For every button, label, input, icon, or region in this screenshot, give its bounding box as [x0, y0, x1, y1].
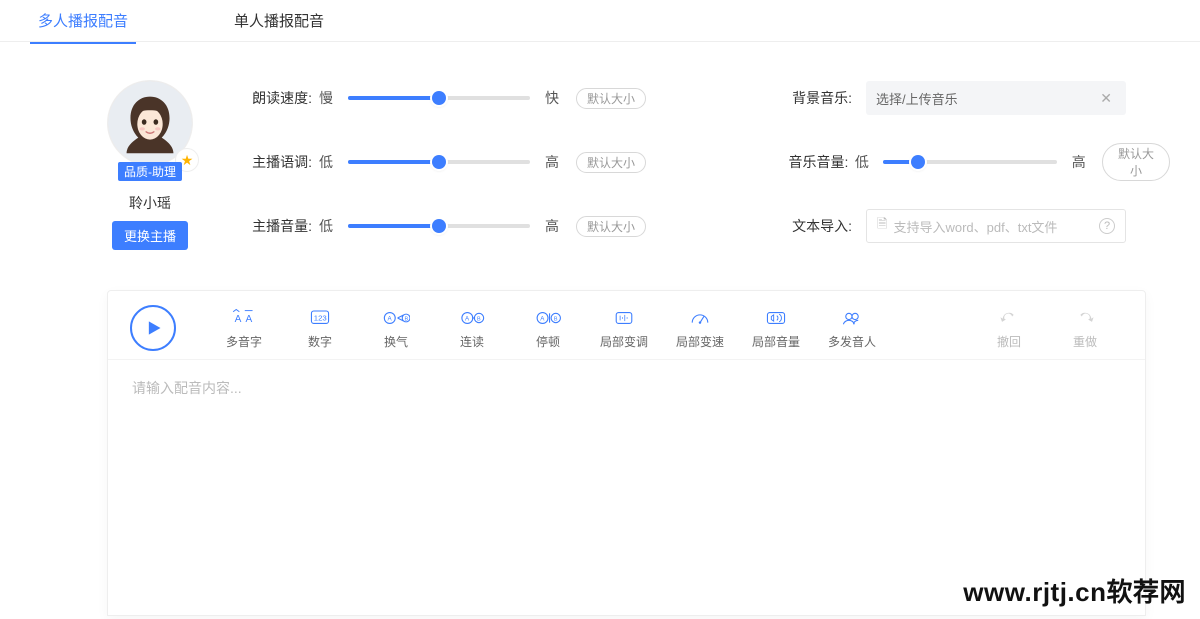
tool-liaison[interactable]: AB 连读 [434, 307, 510, 350]
swap-anchor-button[interactable]: 更换主播 [112, 221, 188, 250]
music-volume-label: 音乐音量: [770, 152, 848, 172]
tool-redo-label: 重做 [1073, 333, 1097, 350]
tool-liaison-label: 连读 [460, 333, 484, 350]
editor-panel: A A 多音字 123 数字 AB 换气 AB 连读 [107, 290, 1146, 616]
undo-icon [995, 307, 1023, 329]
music-volume-high: 高 [1065, 152, 1092, 172]
tool-polyphonic[interactable]: A A 多音字 [206, 307, 282, 350]
tone-high: 高 [538, 152, 566, 172]
anchor-quality-tag: 品质-助理 [118, 162, 182, 181]
breath-icon: AB [382, 307, 410, 329]
document-icon: 🗎 [877, 215, 887, 237]
close-icon[interactable]: ✕ [1096, 90, 1116, 107]
tool-local-speed-label: 局部变速 [676, 333, 724, 350]
text-import-hint: 支持导入word、pdf、txt文件 [893, 217, 1057, 236]
bgm-input[interactable]: 选择/上传音乐 ✕ [866, 81, 1126, 115]
speed-label: 朗读速度: [230, 88, 312, 108]
polyphonic-icon: A A [230, 307, 258, 329]
svg-text:B: B [554, 316, 558, 322]
editor-toolbar: A A 多音字 123 数字 AB 换气 AB 连读 [108, 291, 1145, 360]
tool-polyphonic-label: 多音字 [226, 333, 262, 350]
row-reading-speed: 朗读速度: 慢 快 默认大小 [230, 80, 730, 116]
tone-label: 主播语调: [230, 152, 312, 172]
text-import-button[interactable]: 🗎 支持导入word、pdf、txt文件 ? [866, 209, 1126, 243]
tool-breath-label: 换气 [384, 333, 408, 350]
volume-low: 低 [312, 216, 340, 236]
bgm-label: 背景音乐: [770, 88, 852, 108]
row-music-volume: 音乐音量: 低 高 默认大小 [770, 144, 1170, 180]
svg-text:A: A [465, 315, 470, 322]
tool-local-volume[interactable]: 局部音量 [738, 307, 814, 350]
editor-textarea[interactable]: 请输入配音内容... [108, 360, 1145, 416]
row-tone: 主播语调: 低 高 默认大小 [230, 144, 730, 180]
liaison-icon: AB [458, 307, 486, 329]
tool-local-pitch[interactable]: 局部变调 [586, 307, 662, 350]
speed-high: 快 [538, 88, 566, 108]
music-volume-low: 低 [848, 152, 875, 172]
local-speed-icon [686, 307, 714, 329]
pause-icon: AB [534, 307, 562, 329]
local-pitch-icon [610, 307, 638, 329]
tone-slider[interactable] [348, 160, 530, 164]
volume-slider[interactable] [348, 224, 530, 228]
tab-single-voice[interactable]: 单人播报配音 [226, 0, 332, 43]
tool-pause-label: 停顿 [536, 333, 560, 350]
row-text-import: 文本导入: 🗎 支持导入word、pdf、txt文件 ? [770, 208, 1170, 244]
tone-reset-button[interactable]: 默认大小 [576, 152, 646, 173]
tool-redo[interactable]: 重做 [1047, 307, 1123, 350]
tool-multi-speaker-label: 多发音人 [828, 333, 876, 350]
svg-text:A: A [235, 313, 242, 324]
svg-text:A: A [246, 313, 253, 324]
tool-local-pitch-label: 局部变调 [600, 333, 648, 350]
bgm-placeholder: 选择/上传音乐 [876, 89, 1096, 108]
tool-number-label: 数字 [308, 333, 332, 350]
svg-text:B: B [405, 316, 409, 322]
anchor-avatar-wrap: ★ [107, 80, 193, 166]
volume-label: 主播音量: [230, 216, 312, 236]
tool-local-speed[interactable]: 局部变速 [662, 307, 738, 350]
tab-multi-voice[interactable]: 多人播报配音 [30, 0, 136, 43]
svg-text:123: 123 [314, 313, 327, 322]
text-import-label: 文本导入: [770, 216, 852, 236]
page-tabs: 多人播报配音 单人播报配音 [0, 0, 1200, 42]
settings-panel: ★ 品质-助理 聆小瑶 更换主播 朗读速度: 慢 快 默认大小 主播语调: 低 … [0, 42, 1200, 272]
row-volume: 主播音量: 低 高 默认大小 [230, 208, 730, 244]
row-bgm: 背景音乐: 选择/上传音乐 ✕ [770, 80, 1170, 116]
speed-low: 慢 [312, 88, 340, 108]
svg-text:A: A [540, 315, 545, 322]
tool-pause[interactable]: AB 停顿 [510, 307, 586, 350]
anchor-name: 聆小瑶 [129, 193, 171, 213]
volume-high: 高 [538, 216, 566, 236]
tool-undo[interactable]: 撤回 [971, 307, 1047, 350]
tool-undo-label: 撤回 [997, 333, 1021, 350]
svg-text:A: A [387, 315, 392, 322]
tone-low: 低 [312, 152, 340, 172]
tool-multi-speaker[interactable]: 多发音人 [814, 307, 890, 350]
help-icon[interactable]: ? [1099, 218, 1115, 234]
music-volume-reset-button[interactable]: 默认大小 [1102, 143, 1170, 181]
speed-slider[interactable] [348, 96, 530, 100]
multi-speaker-icon [838, 307, 866, 329]
svg-text:B: B [477, 316, 481, 322]
local-volume-icon [762, 307, 790, 329]
anchor-card: ★ 品质-助理 聆小瑶 更换主播 [70, 80, 230, 272]
volume-reset-button[interactable]: 默认大小 [576, 216, 646, 237]
redo-icon [1071, 307, 1099, 329]
speed-reset-button[interactable]: 默认大小 [576, 88, 646, 109]
number-icon: 123 [306, 307, 334, 329]
play-button[interactable] [130, 305, 176, 351]
watermark-text: www.rjtj.cn软荐网 [963, 572, 1186, 609]
tool-breath[interactable]: AB 换气 [358, 307, 434, 350]
music-volume-slider[interactable] [883, 160, 1057, 164]
tool-local-volume-label: 局部音量 [752, 333, 800, 350]
tool-number[interactable]: 123 数字 [282, 307, 358, 350]
